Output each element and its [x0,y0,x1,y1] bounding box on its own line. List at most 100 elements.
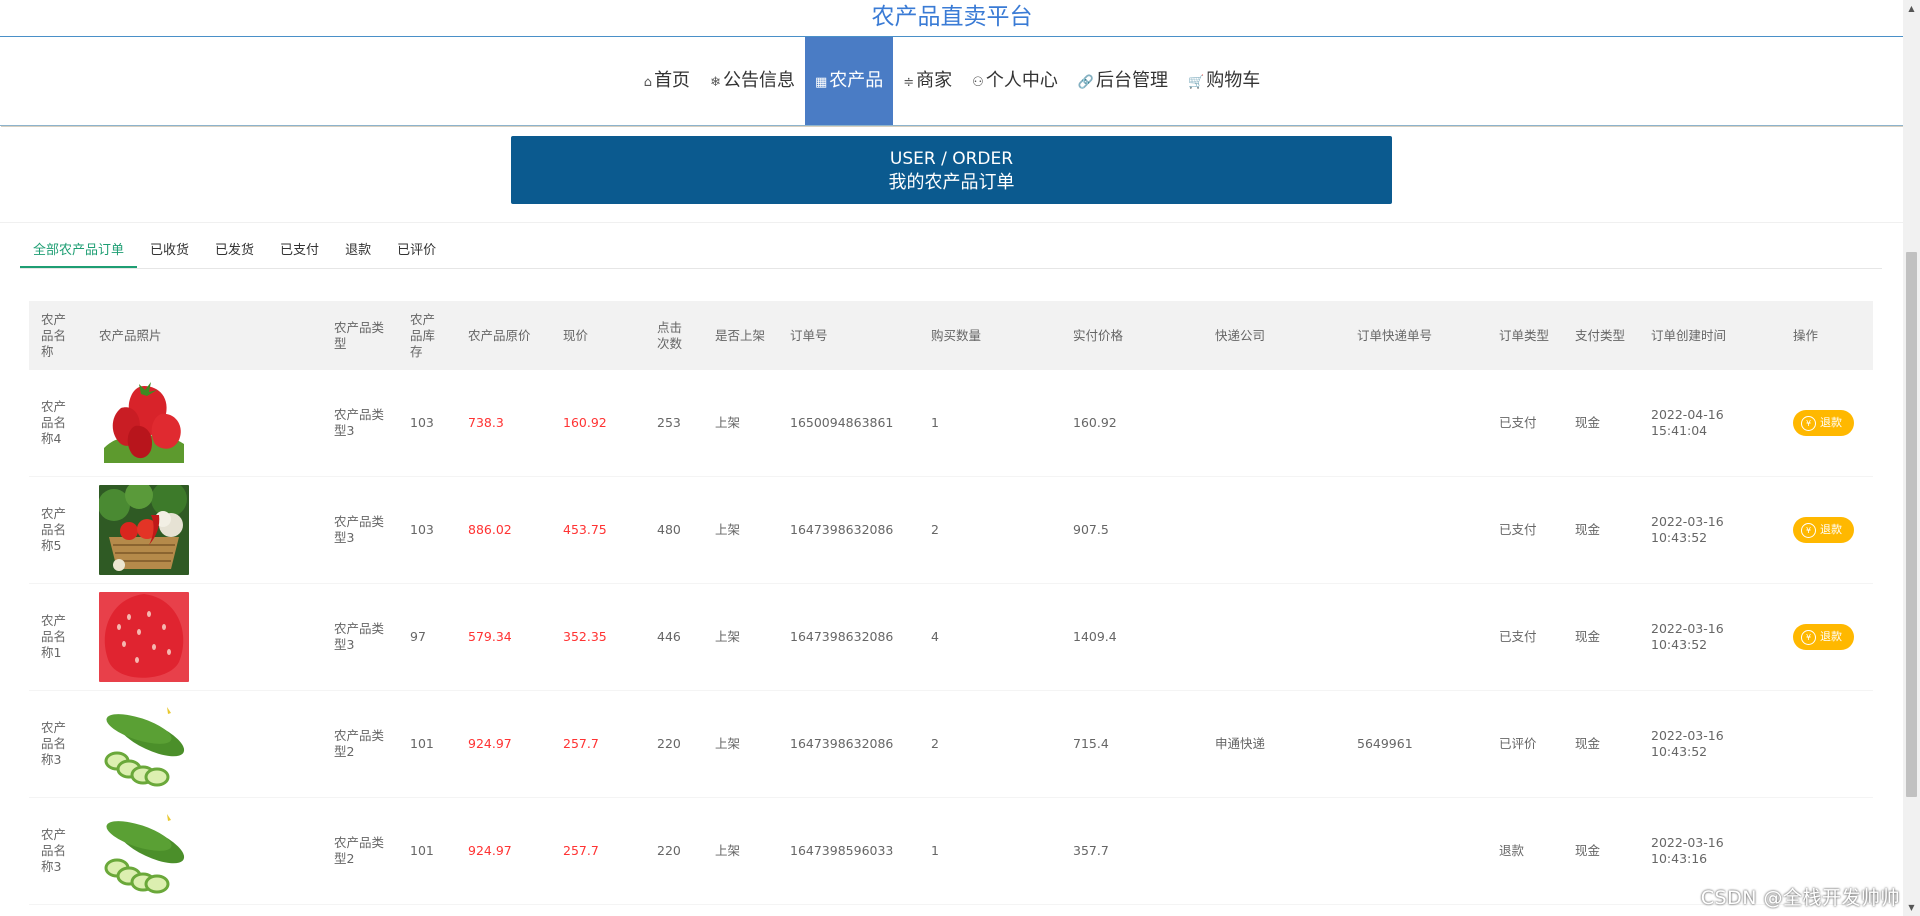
clicks-cell: 446 [645,583,703,691]
nav-item-label: 商家 [916,70,953,91]
sliders-icon: ≑ [903,75,915,90]
stock-cell: 103 [398,476,456,584]
tab-2[interactable]: 已发货 [202,236,267,266]
product-type-cell: 农产品类型2 [322,797,398,905]
product-photo-cell [87,690,322,798]
tab-1[interactable]: 已收货 [137,236,202,266]
nav-item-6[interactable]: 🛒 购物车 [1178,37,1270,125]
product-photo-cell [87,476,322,584]
product-icon: ▦ [814,75,828,90]
product-photo [99,378,189,468]
order-tabs: 全部农产品订单 已收货 已发货 已支付 退款 已评价 [20,236,1882,269]
stock-cell: 103 [398,370,456,477]
main-nav: ⌂ 首页 ❄ 公告信息 ▦ 农产品 ≑ 商家 ⚇ 个人中心 🔗 后台管理 🛒 购物车 [0,37,1904,126]
nav-item-4[interactable]: ⚇ 个人中心 [962,37,1068,125]
stock-cell: 97 [398,583,456,691]
snowflake-icon: ❄ [710,75,721,90]
original-price-cell: 738.3 [456,370,551,477]
nav-item-5[interactable]: 🔗 后台管理 [1068,37,1178,125]
payment-type-cell: 现金 [1563,583,1639,691]
user-icon: ⚇ [972,75,984,90]
tracking-number-cell: 5649961 [1345,690,1487,798]
column-header: 操作 [1793,327,1819,343]
nav-item-label: 后台管理 [1096,70,1169,91]
paid-price-cell: 907.5 [1061,476,1203,584]
column-header: 订单类型 [1499,327,1550,343]
created-time-cell: 2022-03-16 10:43:52 [1639,583,1781,691]
tab-4[interactable]: 退款 [332,236,384,266]
payment-type-cell: 现金 [1563,797,1639,905]
paid-price-cell: 1409.4 [1061,583,1203,691]
column-header: 快递公司 [1215,327,1266,343]
payment-type-cell: 现金 [1563,370,1639,477]
order-number-cell: 1647398632086 [778,583,919,691]
refund-button[interactable]: ¥ 退款 [1793,517,1854,543]
clicks-cell: 220 [645,690,703,798]
tracking-number-cell [1345,583,1487,691]
order-number-cell: 1647398632086 [778,476,919,584]
tab-0[interactable]: 全部农产品订单 [20,236,138,268]
product-photo [99,592,189,682]
product-type-cell: 农产品类型3 [322,476,398,584]
orders-table: 农产品名称 农产品照片 农产品类型 农产品库存 农产品原价 现价 点击次数 是否上架 订单号 购买… [29,301,1873,905]
vertical-scrollbar[interactable]: ▲ ▼ [1903,0,1920,916]
table-header-row: 农产品名称 农产品照片 农产品类型 农产品库存 农产品原价 现价 点击次数 是否上架 订单号 购买… [29,301,1873,370]
tracking-number-cell [1345,370,1487,477]
product-photo-cell [87,370,322,477]
action-cell: ¥ 退款 [1781,583,1873,691]
table-body: 农产品名称4 农产品类型3 103 738.3 160.92 253 上架 16500948… [29,370,1873,905]
current-price-cell: 257.7 [551,797,645,905]
nav-item-label: 首页 [654,70,691,91]
listed-cell: 上架 [703,583,778,691]
courier-cell: 申通快递 [1203,690,1345,798]
site-title: 农产品直卖平台 [0,0,1904,37]
column-header: 点击次数 [657,319,683,351]
product-photo [99,699,189,789]
nav-item-label: 公告信息 [722,70,795,91]
current-price-cell: 257.7 [551,690,645,798]
courier-cell [1203,476,1345,584]
product-name-cell: 农产品名称5 [29,476,87,584]
nav-item-3[interactable]: ≑ 商家 [893,37,962,125]
quantity-cell: 2 [919,690,1061,798]
clicks-cell: 253 [645,370,703,477]
original-price-cell: 579.34 [456,583,551,691]
order-status-cell: 退款 [1487,797,1563,905]
column-header: 农产品名称 [41,311,67,359]
stock-cell: 101 [398,690,456,798]
yen-icon: ¥ [1801,522,1816,538]
quantity-cell: 1 [919,797,1061,905]
home-icon: ⌂ [643,75,653,90]
scroll-up-arrow-icon[interactable]: ▲ [1903,0,1920,17]
current-price-cell: 352.35 [551,583,645,691]
column-header: 订单创建时间 [1651,327,1727,343]
product-name-cell: 农产品名称3 [29,797,87,905]
nav-item-1[interactable]: ❄ 公告信息 [700,37,805,125]
nav-item-2[interactable]: ▦ 农产品 [804,37,894,125]
quantity-cell: 1 [919,370,1061,477]
refund-button-label: 退款 [1820,523,1842,536]
order-number-cell: 1650094863861 [778,370,919,477]
refund-button[interactable]: ¥ 退款 [1793,624,1854,650]
current-price-cell: 160.92 [551,370,645,477]
column-header: 农产品照片 [99,327,162,343]
action-cell [1781,690,1873,798]
table-row: 农产品名称3 农产品类型2 101 924.97 257.7 220 上架 16473986… [29,690,1873,798]
scroll-down-arrow-icon[interactable]: ▼ [1903,899,1920,916]
quantity-cell: 4 [919,583,1061,691]
nav-item-0[interactable]: ⌂ 首页 [634,37,700,125]
created-time-cell: 2022-03-16 10:43:52 [1639,690,1781,798]
scroll-thumb[interactable] [1906,252,1917,797]
courier-cell [1203,370,1345,477]
refund-button[interactable]: ¥ 退款 [1793,410,1854,436]
tab-5[interactable]: 已评价 [384,236,449,266]
paid-price-cell: 160.92 [1061,370,1203,477]
payment-type-cell: 现金 [1563,690,1639,798]
refund-button-label: 退款 [1820,630,1842,643]
order-status-cell: 已支付 [1487,370,1563,477]
refund-button-label: 退款 [1820,416,1842,429]
watermark: CSDN @全栈开发帅帅 [1700,887,1900,909]
banner-subtitle: USER / ORDER [889,149,1014,169]
product-name-cell: 农产品名称4 [29,370,87,477]
tab-3[interactable]: 已支付 [267,236,332,266]
